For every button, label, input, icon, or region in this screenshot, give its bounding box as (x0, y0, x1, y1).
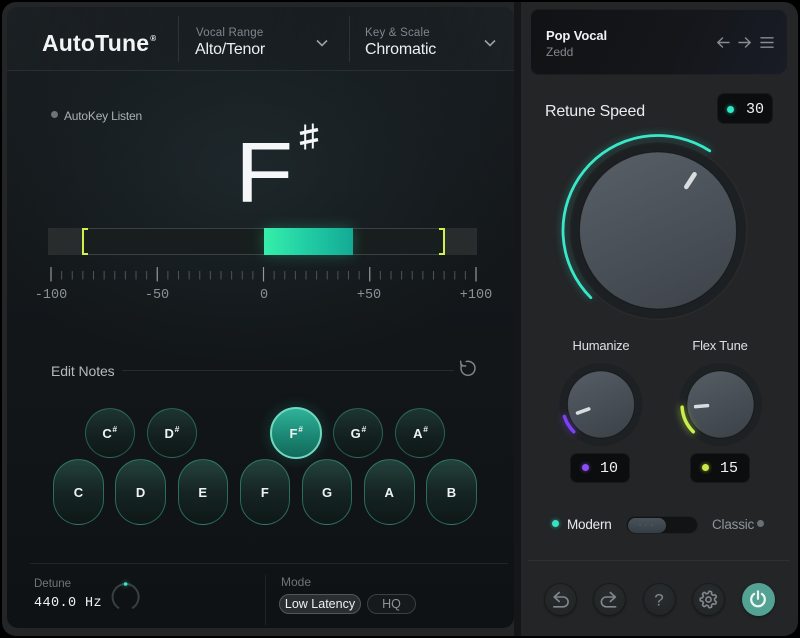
svg-text:?: ? (654, 591, 663, 610)
